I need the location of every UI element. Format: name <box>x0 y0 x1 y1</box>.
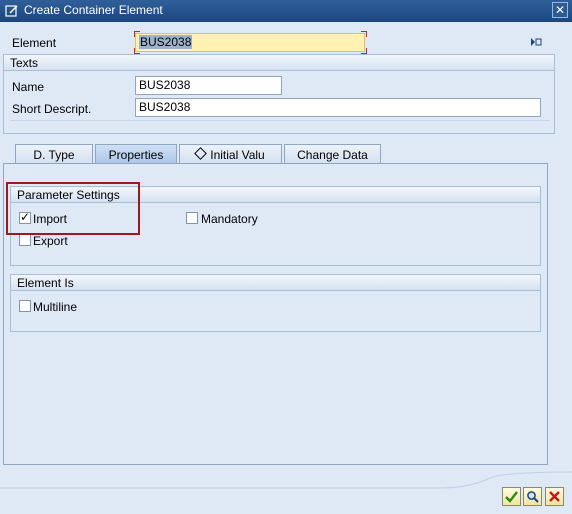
multiline-checkbox[interactable] <box>19 300 31 312</box>
focus-corner <box>361 31 367 37</box>
element-input[interactable]: BUS2038 <box>135 33 365 52</box>
cancel-button[interactable] <box>545 487 564 506</box>
tab-properties-label: Properties <box>108 148 164 162</box>
element-value: BUS2038 <box>139 35 193 49</box>
diamond-icon <box>194 147 208 160</box>
cancel-icon <box>549 491 560 502</box>
window-title: Create Container Element <box>24 3 163 17</box>
search-icon <box>527 491 539 503</box>
navigate-icon[interactable] <box>530 37 542 47</box>
tab-d-type[interactable]: D. Type <box>15 144 93 164</box>
short-description-label: Short Descript. <box>12 102 92 116</box>
close-button[interactable]: ✕ <box>552 2 568 18</box>
mandatory-label: Mandatory <box>201 212 258 226</box>
name-label: Name <box>12 80 45 94</box>
footer-curve <box>0 471 572 489</box>
short-description-input[interactable]: BUS2038 <box>135 98 541 117</box>
element-is-group: Element Is <box>10 274 541 332</box>
tab-d-type-label: D. Type <box>33 148 75 162</box>
texts-header: Texts <box>4 55 554 71</box>
confirm-button[interactable] <box>502 487 521 506</box>
checkmark-icon <box>505 491 518 503</box>
mandatory-checkbox[interactable] <box>186 212 198 224</box>
tab-change-data-label: Change Data <box>297 148 368 162</box>
element-label: Element <box>12 36 57 50</box>
export-checkbox[interactable] <box>19 234 31 246</box>
tab-change-data[interactable]: Change Data <box>284 144 381 164</box>
search-button[interactable] <box>523 487 542 506</box>
export-label: Export <box>33 234 68 248</box>
title-bar: Create Container Element ✕ <box>0 0 572 22</box>
highlight-box <box>6 182 140 235</box>
edit-window-icon <box>5 5 18 17</box>
element-is-header: Element Is <box>11 275 540 291</box>
multiline-label: Multiline <box>33 300 78 314</box>
focus-corner <box>134 31 140 37</box>
tab-properties[interactable]: Properties <box>95 144 177 164</box>
tab-initial-value[interactable]: Initial Valu <box>179 144 282 164</box>
tab-initial-value-label: Initial Valu <box>210 148 265 162</box>
divider <box>10 120 550 121</box>
name-input[interactable]: BUS2038 <box>135 76 282 95</box>
